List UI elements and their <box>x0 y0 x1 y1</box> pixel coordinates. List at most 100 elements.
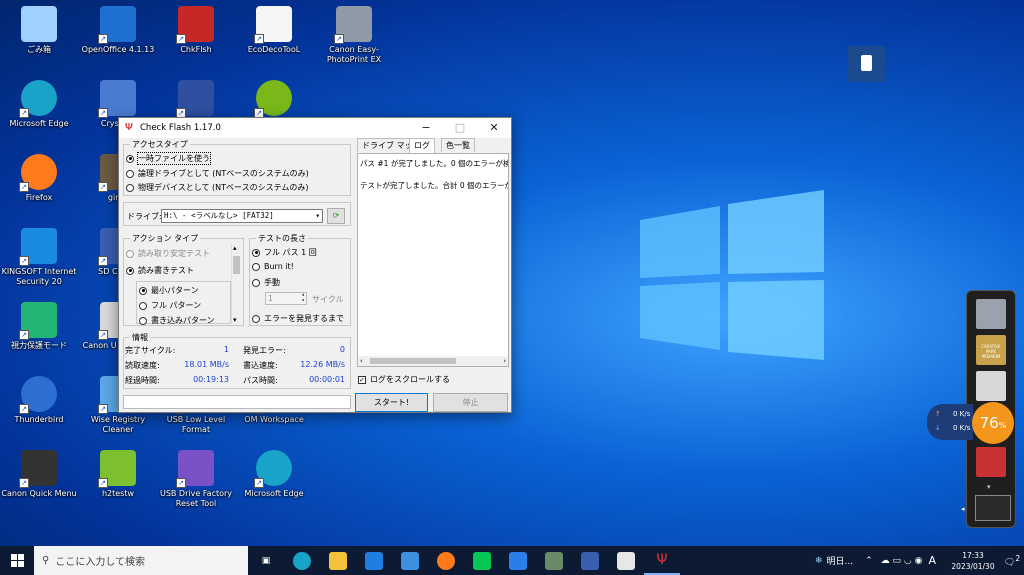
desktop-icon-h2testw[interactable]: ↗ h2testw <box>79 450 157 499</box>
tab-color-list[interactable]: 色一覧 <box>441 138 475 152</box>
access-logical-drive-radio[interactable]: 論理ドライブとして (NTベースのシステムのみ) <box>126 168 309 179</box>
action-option-label: 読み取り安定テスト <box>138 249 210 258</box>
taskbar-app2[interactable] <box>572 546 608 575</box>
desktop-icon-tb[interactable]: ↗ <box>157 80 235 119</box>
calendar-icon <box>509 551 527 570</box>
minimize-button[interactable]: − <box>409 118 443 138</box>
pattern-full-radio[interactable]: フル パターン <box>139 300 201 311</box>
taskbar-edge[interactable] <box>284 546 320 575</box>
chevron-down-icon[interactable]: ▾ <box>987 483 991 491</box>
length-burn-radio[interactable]: Burn it! <box>252 262 294 271</box>
stepper-arrows-icon[interactable]: ▴ ▾ <box>301 292 305 304</box>
taskbar-calendar[interactable] <box>500 546 536 575</box>
taskbar-line[interactable] <box>464 546 500 575</box>
pattern-option-label: 書き込みパターン <box>151 316 215 325</box>
clock[interactable]: 17:33 2023/01/30 <box>946 550 1000 572</box>
desktop-icon-label: Thunderbird <box>14 415 64 424</box>
notification-button[interactable]: 🗨2 <box>1000 554 1024 568</box>
scroll-log-checkbox[interactable]: ✓ ログをスクロールする <box>358 374 450 385</box>
scrollbar-thumb[interactable] <box>370 358 456 364</box>
creative-park-icon[interactable]: CREATIVE PARK PREMIUM <box>976 335 1006 365</box>
usb-icon: ↗ <box>176 6 214 44</box>
length-until-error-radio[interactable]: エラーを発見するまで <box>252 313 344 324</box>
taskbar-mail[interactable] <box>356 546 392 575</box>
shortcut-arrow-icon: ↗ <box>19 478 29 488</box>
tab-log[interactable]: ログ <box>409 138 435 153</box>
tray-icons[interactable]: ☁ ▭ ◡ ◉ <box>881 556 923 566</box>
weather-text[interactable]: 明日... <box>827 554 854 567</box>
chevron-up-icon[interactable]: ⌃ <box>865 556 873 566</box>
desktop-icon-thunderbird[interactable]: ↗ Thunderbird <box>0 376 78 425</box>
taskbar-app1[interactable] <box>536 546 572 575</box>
stop-button[interactable]: 停止 <box>433 393 508 412</box>
access-physical-device-radio[interactable]: 物理デバイスとして (NTベースのシステムのみ) <box>126 182 309 193</box>
desktop-icon-eye[interactable]: ↗ 視力保護モード <box>0 302 78 351</box>
taskbar-search-box[interactable]: ⚲ ここに入力して検索 <box>34 546 248 575</box>
pattern-min-radio[interactable]: 最小パターン <box>139 285 199 296</box>
test-length-legend: テストの長さ <box>256 233 308 244</box>
desktop-icon-ecodeco[interactable]: ↗ EcoDecoTooL <box>235 6 313 55</box>
chevron-left-icon[interactable]: ‹ <box>360 356 363 366</box>
desktop-icon-kingsoft[interactable]: ↗ KINGSOFT Internet Security 20 <box>0 228 78 287</box>
taskbar-checkflash[interactable]: Ψ <box>644 546 680 575</box>
canon-app-icon[interactable] <box>976 447 1006 477</box>
ime-indicator[interactable]: A <box>928 554 936 567</box>
desktop-icon-canonquick[interactable]: ↗ Canon Quick Menu <box>0 450 78 499</box>
photo-icon[interactable] <box>976 371 1006 401</box>
desktop-icon-firefox[interactable]: ↗ Firefox <box>0 154 78 203</box>
start-button-windows[interactable] <box>0 546 34 575</box>
desktop-icon-chkflsh[interactable]: ↗ ChkFlsh <box>157 6 235 55</box>
maximize-button[interactable]: □ <box>443 118 477 138</box>
start-button[interactable]: スタート! <box>355 393 428 412</box>
cycles-stepper[interactable]: 1 ▴ ▾ <box>265 292 307 305</box>
action-scrollbar[interactable]: ▴ ▾ <box>231 244 241 324</box>
taskbar-firefox[interactable] <box>428 546 464 575</box>
desktop-icon-disc[interactable]: ↗ <box>235 80 313 119</box>
chevron-left-icon[interactable]: ◂ <box>961 505 965 513</box>
action-read-stable-radio[interactable]: 読み取り安定テスト <box>126 248 210 259</box>
cpu-usage-gauge[interactable]: 76% <box>972 402 1014 444</box>
desktop-icon-recycle[interactable]: ごみ箱 <box>0 6 78 55</box>
desktop-icon-edge2[interactable]: ↗ Microsoft Edge <box>235 450 313 499</box>
pattern-write-radio[interactable]: 書き込みパターン <box>139 315 215 326</box>
drive-select[interactable]: H:\ - <ラベルなし> [FAT32] ▾ <box>161 209 323 223</box>
window-titlebar[interactable]: Ψ Check Flash 1.17.0 − □ ✕ <box>119 118 511 138</box>
errors-value: 0 <box>339 345 345 354</box>
desktop-icon-label: Microsoft Edge <box>9 119 69 128</box>
taskbar-app3[interactable] <box>608 546 644 575</box>
desktop-icon-openoffice[interactable]: ↗ OpenOffice 4.1.13 <box>79 6 157 55</box>
printer-icon[interactable] <box>976 299 1006 329</box>
length-option-label: 手動 <box>264 278 280 287</box>
shortcut-arrow-icon: ↗ <box>98 108 108 118</box>
scrollbar-thumb[interactable] <box>233 256 240 274</box>
desktop-icon-usbfactory[interactable]: ↗ USB Drive Factory Reset Tool <box>157 450 235 509</box>
close-button[interactable]: ✕ <box>477 118 511 138</box>
chevron-right-icon[interactable]: › <box>503 356 506 366</box>
radio-icon <box>126 266 134 275</box>
action-read-write-radio[interactable]: 読み書きテスト <box>126 265 194 276</box>
shortcut-arrow-icon: ↗ <box>19 330 29 340</box>
weather-icon[interactable]: ❄ <box>815 556 823 566</box>
usb-drive-icon <box>861 55 872 71</box>
desktop-icon-canon-epp[interactable]: ↗ Canon Easy-PhotoPrint EX <box>315 6 393 65</box>
desktop-icon-edge1[interactable]: ↗ Microsoft Edge <box>0 80 78 129</box>
shortcut-arrow-icon: ↗ <box>98 478 108 488</box>
log-hscrollbar[interactable]: ‹ › <box>358 356 508 366</box>
taskbar-explorer[interactable] <box>320 546 356 575</box>
log-panel[interactable]: パス #1 が完了しました。0 個のエラーが検 テストが完了しました。合計 0 … <box>357 153 509 367</box>
radio-icon <box>139 316 147 325</box>
shortcut-arrow-icon: ↗ <box>19 182 29 192</box>
length-full-pass-radio[interactable]: フル パス 1 回 <box>252 247 317 258</box>
chevron-down-icon[interactable]: ▾ <box>233 316 237 324</box>
write-speed-label: 書込速度: <box>243 361 278 370</box>
chevron-up-icon[interactable]: ▴ <box>233 244 237 252</box>
cpu-usage-value: 76 <box>979 414 999 432</box>
access-temp-file-radio[interactable]: 一時ファイルを使う <box>126 152 211 165</box>
refresh-drive-button[interactable]: ⟳ <box>327 208 345 224</box>
usb-eject-widget[interactable] <box>848 46 885 82</box>
taskbar-store[interactable] <box>392 546 428 575</box>
task-view-button[interactable]: ▣ <box>248 546 284 575</box>
keyboard-icon[interactable] <box>975 495 1011 521</box>
length-manual-radio[interactable]: 手動 <box>252 277 280 288</box>
firefox-icon <box>437 551 455 570</box>
